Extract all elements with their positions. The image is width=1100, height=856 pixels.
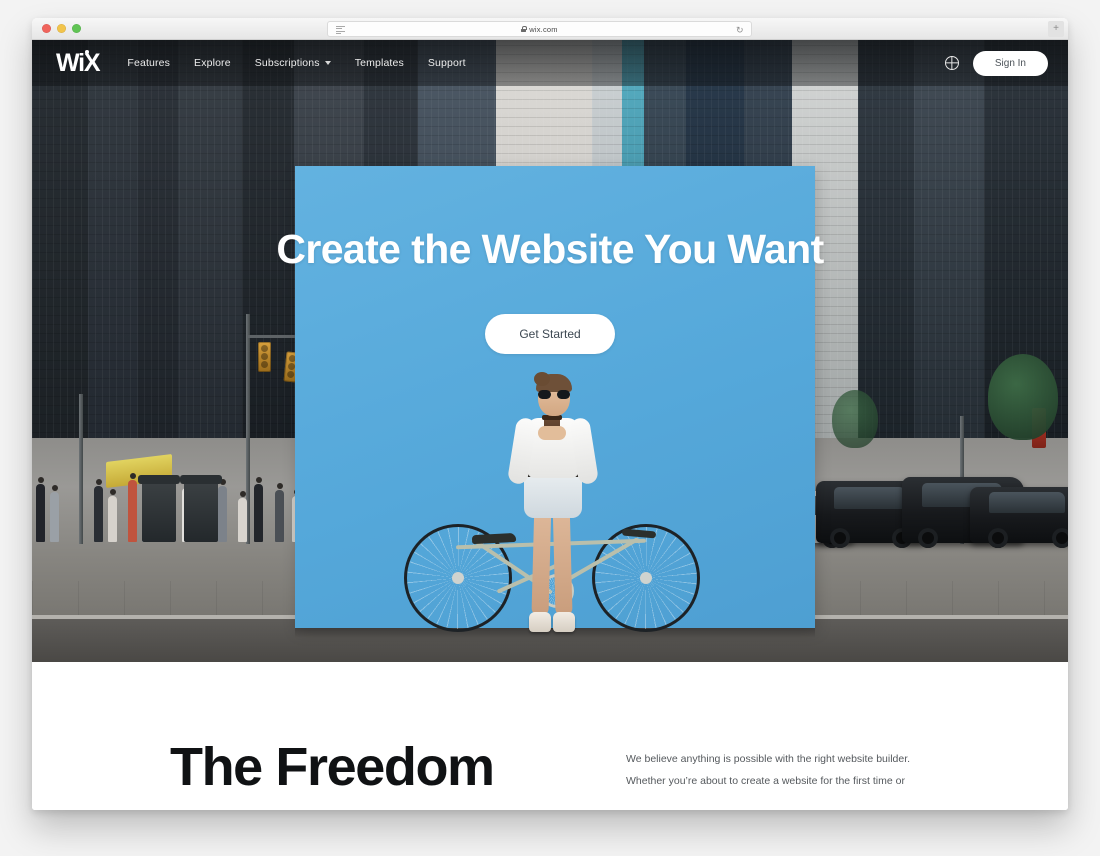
street-tree	[832, 389, 878, 448]
close-window-button[interactable]	[42, 24, 51, 33]
nav-item-templates[interactable]: Templates	[355, 57, 404, 69]
lock-icon	[521, 26, 528, 32]
globe-icon[interactable]	[944, 56, 959, 70]
browser-window: wix.com ↻ + WiX Features Explore Subscri…	[32, 18, 1068, 810]
nav-item-subscriptions[interactable]: Subscriptions	[255, 57, 331, 69]
model-hands	[538, 426, 566, 440]
trash-can	[180, 474, 222, 542]
site-navbar: WiX Features Explore Subscriptions Templ…	[32, 40, 1068, 86]
section-paragraph-line-1: We believe anything is possible with the…	[626, 753, 911, 765]
nav-label: Explore	[194, 57, 231, 69]
traffic-lights	[42, 24, 81, 33]
hair-bun	[534, 372, 550, 386]
address-bar-url: wix.com	[521, 25, 558, 34]
section-heading: The Freedom	[170, 737, 495, 797]
section-paragraph-line-2: Whether you’re about to create a website…	[626, 775, 905, 787]
sneaker	[553, 612, 575, 632]
primary-nav: Features Explore Subscriptions Templates	[127, 57, 465, 69]
page-viewport: WiX Features Explore Subscriptions Templ…	[32, 40, 1068, 810]
chevron-down-icon	[324, 61, 331, 65]
nav-item-support[interactable]: Support	[428, 57, 466, 69]
nav-label: Subscriptions	[254, 57, 320, 69]
denim-shorts	[524, 474, 582, 518]
wix-logo[interactable]: WiX	[56, 48, 101, 77]
url-text: wix.com	[529, 24, 558, 34]
sign-in-button[interactable]: Sign In	[972, 50, 1048, 76]
nav-label: Features	[127, 57, 171, 69]
parked-car	[970, 486, 1068, 548]
hero-copy: Create the Website You Want Get Started	[32, 226, 1068, 354]
wix-logo-text: WiX	[56, 48, 101, 77]
page-root: wix.com ↻ + WiX Features Explore Subscri…	[0, 0, 1100, 856]
cyclist-subject	[402, 370, 702, 662]
trash-can	[138, 474, 180, 542]
hero-headline: Create the Website You Want	[276, 226, 824, 272]
get-started-button[interactable]: Get Started	[485, 314, 615, 354]
minimize-window-button[interactable]	[57, 24, 66, 33]
address-bar[interactable]: wix.com ↻	[327, 21, 752, 37]
freedom-section: The Freedom We believe anything is possi…	[32, 662, 1068, 810]
hero-section: WiX Features Explore Subscriptions Templ…	[32, 40, 1068, 662]
browser-titlebar: wix.com ↻ +	[32, 18, 1068, 40]
street-tree	[988, 353, 1058, 440]
reload-icon[interactable]: ↻	[736, 26, 744, 35]
sneaker	[529, 612, 551, 632]
section-body: We believe anything is possible with the…	[626, 740, 948, 792]
sunglasses-icon	[538, 390, 570, 399]
logo-dot	[85, 49, 89, 54]
nav-label: Templates	[354, 57, 404, 69]
navbar-actions: Sign In	[944, 50, 1048, 76]
nav-item-features[interactable]: Features	[127, 57, 170, 69]
nav-label: Support	[427, 57, 466, 69]
new-tab-button[interactable]: +	[1048, 21, 1064, 37]
maximize-window-button[interactable]	[72, 24, 81, 33]
reader-view-icon[interactable]	[336, 26, 345, 34]
nav-item-explore[interactable]: Explore	[194, 57, 231, 69]
